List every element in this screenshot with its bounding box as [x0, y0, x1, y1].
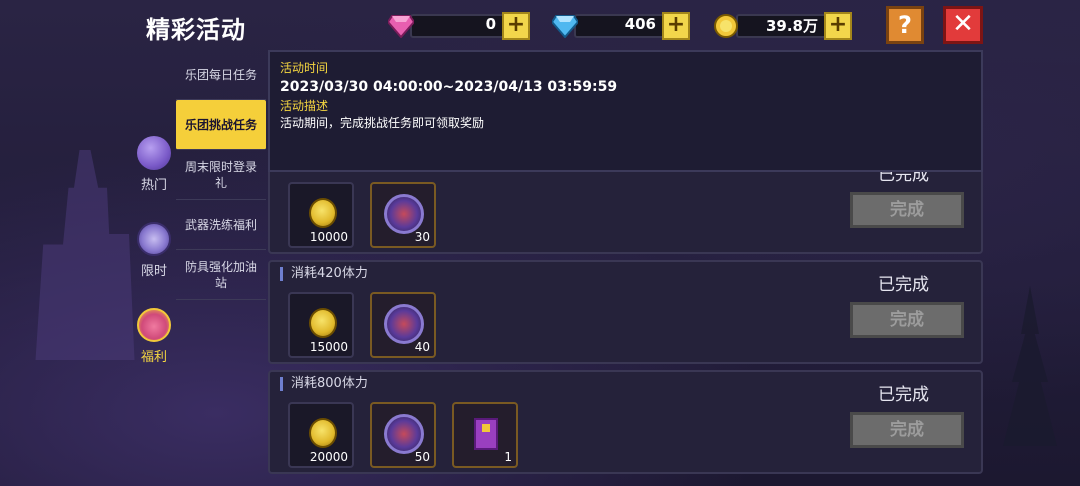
add-diamond-button[interactable]: + — [662, 12, 690, 40]
activity-time-value: 2023/03/30 04:00:00~2023/04/13 03:59:59 — [280, 79, 618, 95]
page-title: 精彩活动 — [146, 16, 246, 44]
complete-button[interactable]: 完成 — [850, 192, 964, 228]
complete-button[interactable]: 完成 — [850, 302, 964, 338]
category-hot[interactable]: 热门 — [130, 136, 178, 193]
diamond-value: 406 — [624, 15, 656, 33]
reward-count: 30 — [414, 230, 430, 244]
activity-time-label: 活动时间 — [280, 61, 329, 75]
reward-count: 15000 — [309, 340, 348, 354]
reward-item[interactable]: 20000 — [288, 402, 354, 468]
task-row: 消耗800体力 已完成 20000 50 1 完成 — [268, 370, 983, 474]
pink-gem-value: 0 — [485, 15, 496, 33]
reward-item[interactable]: 15000 — [288, 292, 354, 358]
reward-item[interactable]: 1 — [452, 402, 518, 468]
reward-count: 10000 — [309, 230, 348, 244]
category-welfare[interactable]: 福利 — [130, 308, 178, 365]
reward-count: 20000 — [309, 450, 348, 464]
badge-icon — [384, 414, 424, 454]
diamond-icon — [552, 15, 578, 38]
reward-item[interactable]: 30 — [370, 182, 436, 248]
category-hot-label: 热门 — [140, 178, 167, 193]
activity-desc-value: 活动期间，完成挑战任务即可领取奖励 — [280, 116, 485, 130]
help-button[interactable]: ? — [886, 6, 924, 44]
gold-counter: 39.8万 + — [714, 12, 852, 40]
hot-blob-icon — [137, 136, 171, 170]
subtab-armor-enhance[interactable]: 防具强化加油站 — [176, 250, 266, 300]
gift-bag-icon — [137, 308, 171, 342]
category-limited-label: 限时 — [140, 264, 167, 279]
subtab-list: 乐团每日任务 乐团挑战任务 周末限时登录礼 武器洗练福利 防具强化加油站 — [176, 50, 266, 300]
castle-silhouette — [35, 150, 135, 360]
reward-count: 50 — [414, 450, 430, 464]
reward-count: 40 — [414, 340, 430, 354]
reward-item[interactable]: 50 — [370, 402, 436, 468]
task-name: 消耗420体力 — [280, 267, 368, 281]
category-limited[interactable]: 限时 — [130, 222, 178, 279]
activity-info-panel: 活动时间 2023/03/30 04:00:00~2023/04/13 03:5… — [268, 50, 983, 172]
badge-icon — [384, 304, 424, 344]
gold-coin-icon — [714, 14, 738, 38]
reward-item[interactable]: 40 — [370, 292, 436, 358]
gold-value: 39.8万 — [765, 17, 818, 35]
gold-coin-icon — [309, 308, 337, 338]
tree-silhouette — [1003, 286, 1057, 446]
reward-count: 1 — [504, 450, 512, 464]
subtab-weekend-login[interactable]: 周末限时登录礼 — [176, 150, 266, 200]
task-status: 已完成 — [878, 275, 929, 295]
gold-coin-icon — [309, 198, 337, 228]
task-row: 消耗420体力 已完成 15000 40 完成 — [268, 260, 983, 364]
task-status: 已完成 — [878, 385, 929, 405]
add-gold-button[interactable]: + — [824, 12, 852, 40]
reward-item[interactable]: 10000 — [288, 182, 354, 248]
category-welfare-label: 福利 — [140, 350, 167, 365]
purple-book-icon — [474, 418, 498, 450]
diamond-counter: 406 + — [552, 12, 690, 40]
pink-gem-icon — [388, 15, 414, 38]
subtab-challenge-task[interactable]: 乐团挑战任务 — [176, 100, 266, 150]
task-name: 消耗800体力 — [280, 377, 368, 391]
gold-coin-icon — [309, 418, 337, 448]
activity-desc-label: 活动描述 — [280, 99, 329, 113]
add-pink-gem-button[interactable]: + — [502, 12, 530, 40]
stopwatch-icon — [137, 222, 171, 256]
badge-icon — [384, 194, 424, 234]
subtab-daily-task[interactable]: 乐团每日任务 — [176, 50, 266, 100]
subtab-weapon-refine[interactable]: 武器洗练福利 — [176, 200, 266, 250]
pink-gem-counter: 0 + — [388, 12, 530, 40]
close-button[interactable]: ✕ — [943, 6, 983, 44]
complete-button[interactable]: 完成 — [850, 412, 964, 448]
